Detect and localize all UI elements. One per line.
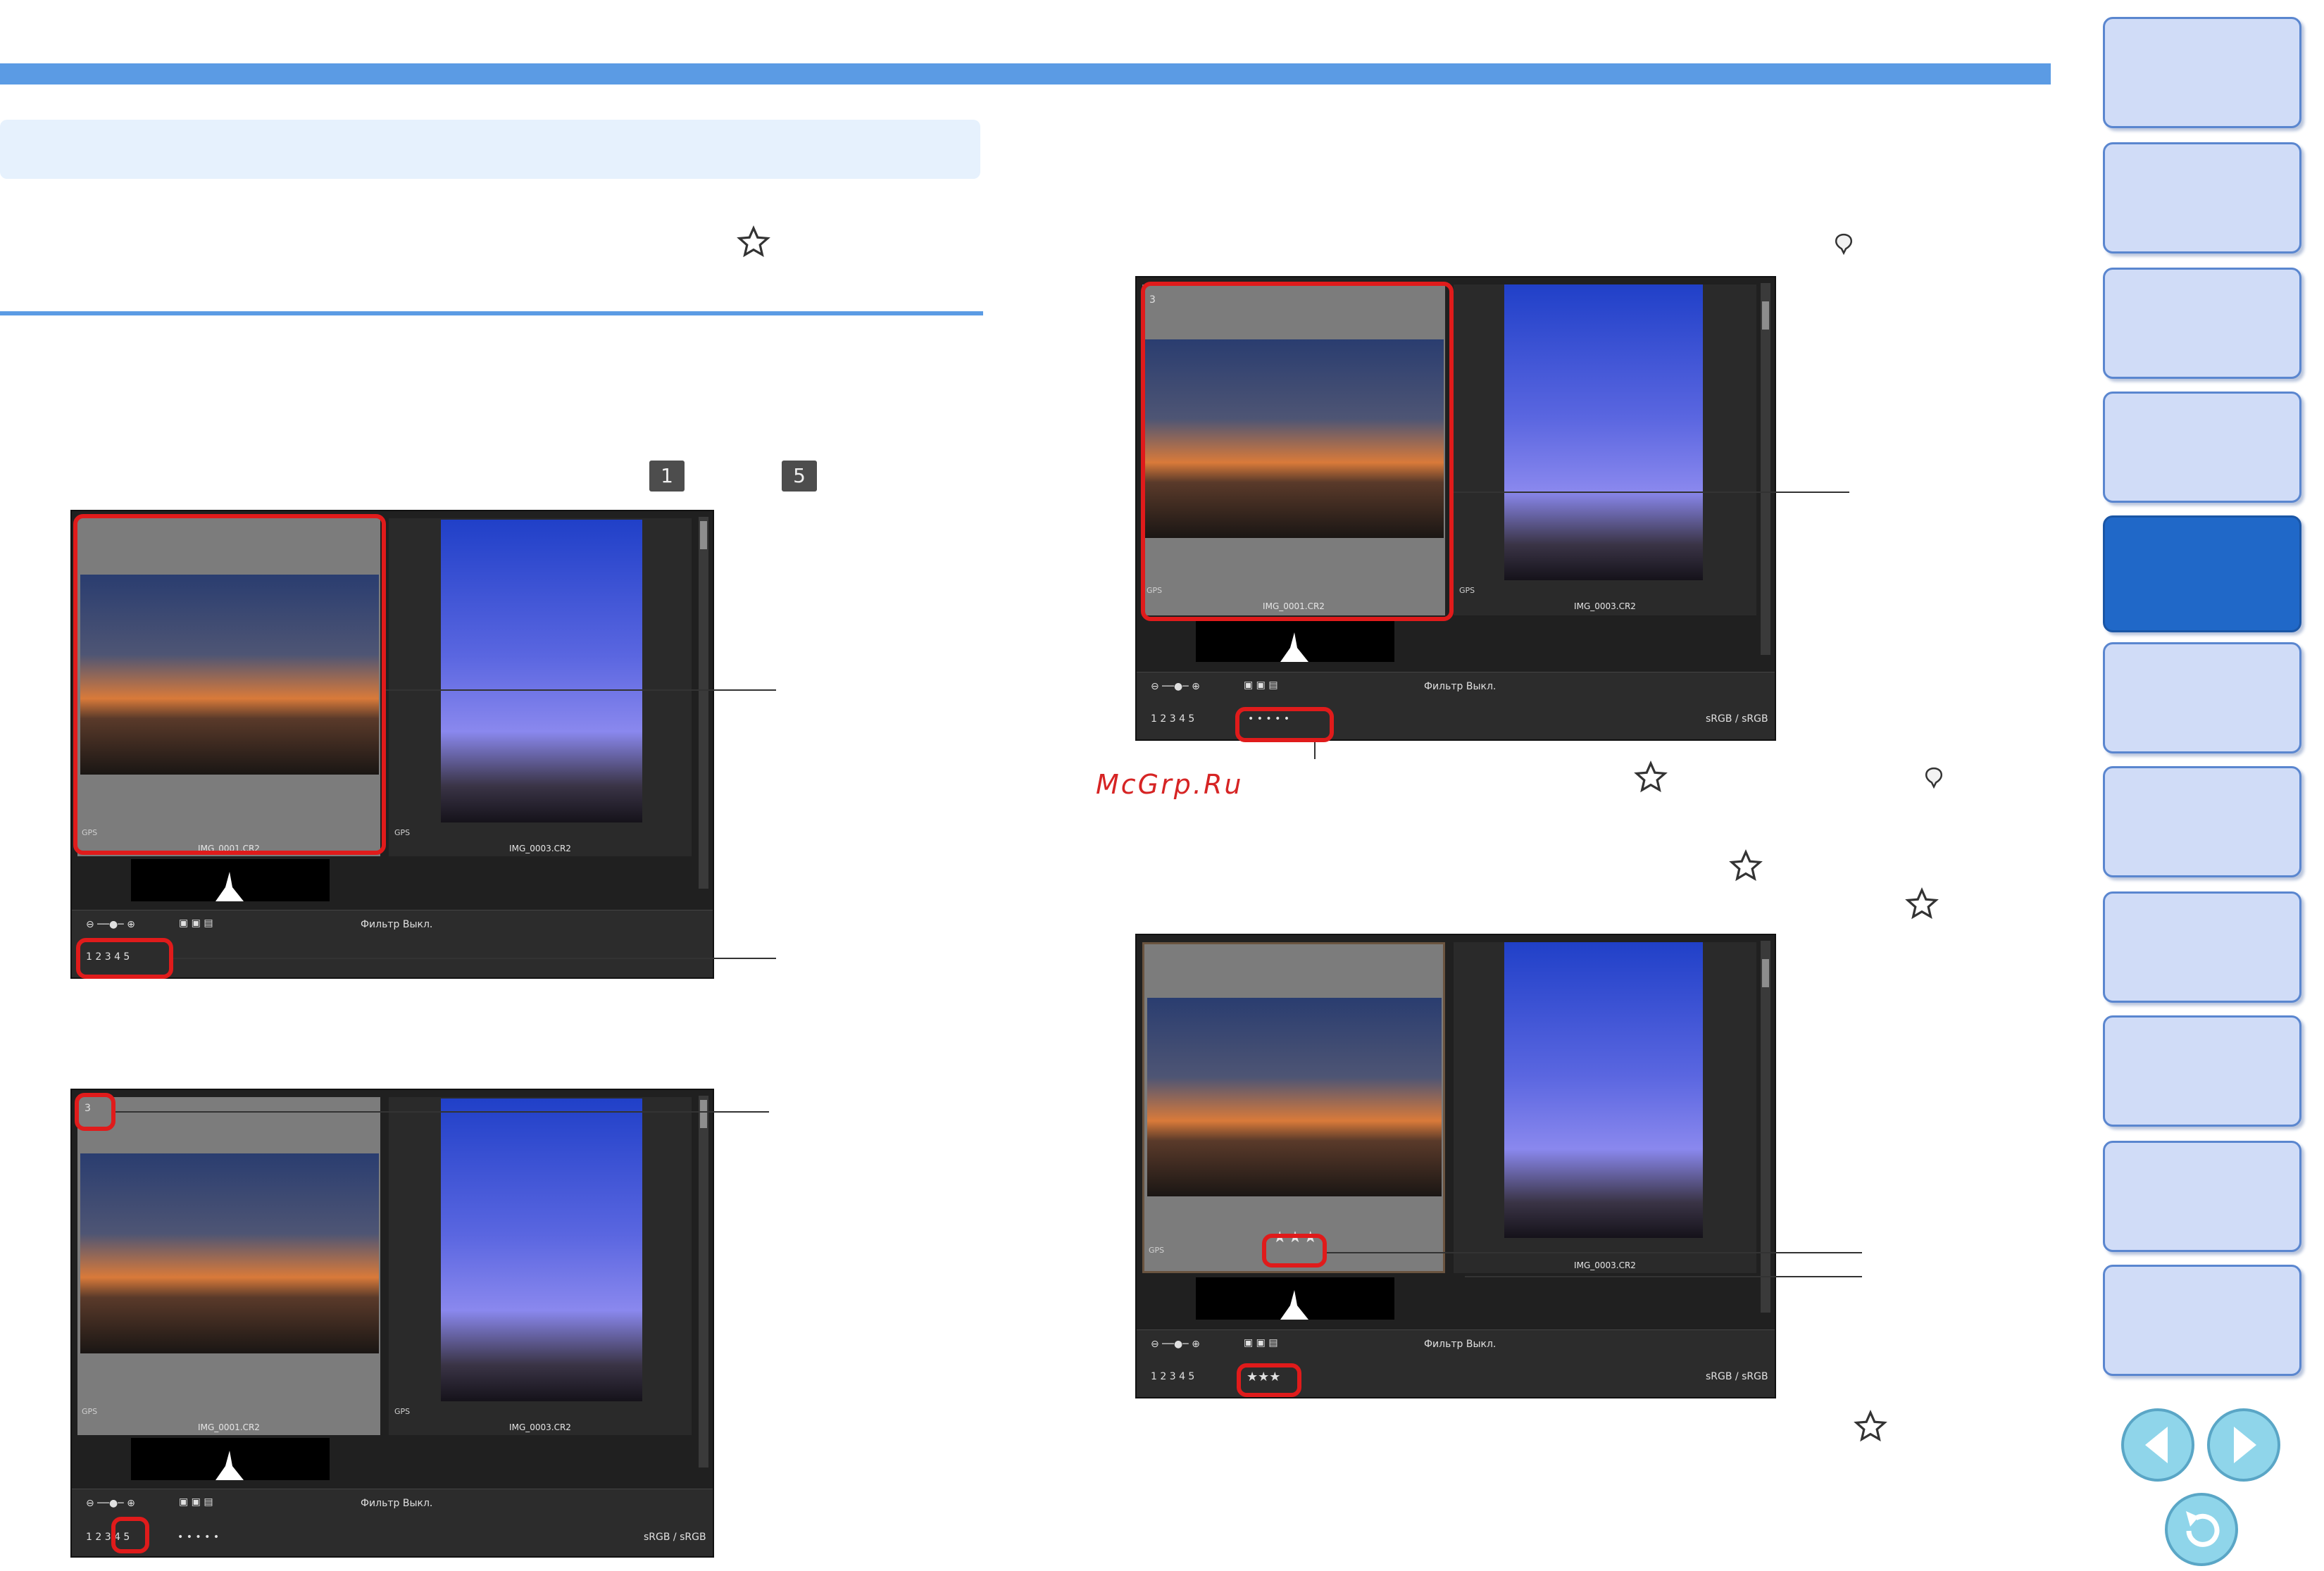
highlight-thumbnail — [1141, 282, 1454, 621]
histogram — [1196, 1277, 1394, 1320]
label-buttons[interactable]: 1 2 3 4 5 — [1151, 713, 1194, 725]
nav-tab[interactable] — [2103, 1015, 2301, 1127]
scrollbar[interactable] — [1761, 283, 1770, 655]
thumbnail-tile[interactable]: GPS IMG_0003.CR2 — [389, 518, 692, 856]
gps-tag: GPS — [1459, 586, 1475, 595]
thumbnail-tile-labeled[interactable]: 3 GPS IMG_0001.CR2 — [77, 1097, 380, 1435]
watermark: McGrp.Ru — [1096, 769, 1244, 800]
prev-page-button[interactable] — [2121, 1408, 2194, 1482]
toolbar: ⊖ ──●─ ⊕ ▣ ▣ ▤ Фильтр Выкл. 1 2 3 4 5 • … — [72, 1489, 713, 1556]
filename: IMG_0003.CR2 — [509, 1422, 571, 1432]
zoom-slider[interactable]: ⊖ ──●─ ⊕ — [1151, 681, 1200, 692]
view-mode-buttons[interactable]: ▣ ▣ ▤ — [179, 918, 213, 929]
gps-tag: GPS — [82, 1407, 98, 1416]
filename: IMG_0003.CR2 — [509, 844, 571, 853]
filter-status: Фильтр Выкл. — [361, 919, 433, 930]
star-icon — [737, 225, 770, 258]
screenshot-step2: 3 GPS IMG_0001.CR2 GPS IMG_0003.CR2 ⊖ ──… — [70, 1089, 714, 1558]
zoom-slider[interactable]: ⊖ ──●─ ⊕ — [86, 919, 135, 930]
callout-tick — [1314, 742, 1316, 759]
nav-tab[interactable] — [2103, 17, 2301, 128]
label-buttons[interactable]: 1 2 3 4 5 — [1151, 1371, 1194, 1382]
zoom-slider[interactable]: ⊖ ──●─ ⊕ — [1151, 1339, 1200, 1350]
filter-status: Фильтр Выкл. — [1424, 681, 1497, 692]
thumbnail-photo — [1504, 284, 1703, 580]
section-rule — [0, 311, 983, 315]
thumbnail-photo — [1504, 942, 1703, 1238]
histogram — [131, 1438, 330, 1480]
zoom-slider[interactable]: ⊖ ──●─ ⊕ — [86, 1498, 135, 1509]
color-space: sRGB / sRGB — [1706, 1371, 1768, 1382]
thumbnail-photo — [80, 1153, 379, 1353]
color-space: sRGB / sRGB — [1706, 713, 1768, 725]
scrollbar[interactable] — [1761, 941, 1770, 1313]
callout-line — [115, 1111, 769, 1113]
scrollbar[interactable] — [699, 517, 708, 889]
filter-status: Фильтр Выкл. — [361, 1498, 433, 1509]
nav-tab[interactable] — [2103, 268, 2301, 379]
nav-tab[interactable] — [2103, 891, 2301, 1003]
nav-tab[interactable] — [2103, 642, 2301, 753]
callout-line — [386, 689, 776, 691]
return-icon — [2186, 1511, 2220, 1547]
marker-icon — [1835, 233, 1853, 256]
highlight-label-buttons — [76, 938, 173, 979]
label-1-icon: 1 — [649, 461, 685, 492]
nav-tab[interactable] — [2103, 1265, 2301, 1376]
histogram — [1196, 620, 1394, 662]
toolbar: ⊖ ──●─ ⊕ ▣ ▣ ▤ Фильтр Выкл. 1 2 3 4 5 • … — [1137, 672, 1775, 739]
highlight-label-3-button — [111, 1517, 149, 1553]
view-mode-buttons[interactable]: ▣ ▣ ▤ — [1244, 680, 1278, 691]
filename: IMG_0003.CR2 — [1574, 601, 1636, 611]
view-mode-buttons[interactable]: ▣ ▣ ▤ — [179, 1496, 213, 1508]
highlight-rating-stars — [1262, 1234, 1327, 1268]
color-space: sRGB / sRGB — [644, 1532, 706, 1543]
thumbnail-tile[interactable]: IMG_0003.CR2 — [1454, 942, 1756, 1273]
nav-tab[interactable] — [2103, 392, 2301, 503]
nav-tab[interactable] — [2103, 1141, 2301, 1252]
callout-line — [173, 958, 776, 959]
rating-buttons[interactable]: • • • • • — [177, 1532, 219, 1543]
nav-tab-active[interactable] — [2103, 515, 2301, 632]
header-band — [0, 63, 2051, 85]
thumbnail-tile[interactable]: GPS IMG_0003.CR2 — [1454, 284, 1756, 615]
star-icon — [1634, 761, 1668, 793]
filename: IMG_0003.CR2 — [1574, 1260, 1636, 1270]
arrow-right-icon — [2234, 1427, 2256, 1463]
star-icon — [1854, 1410, 1887, 1442]
next-page-button[interactable] — [2207, 1408, 2280, 1482]
label-5-icon: 5 — [782, 461, 817, 492]
star-icon — [1729, 849, 1763, 882]
gps-tag: GPS — [394, 1407, 411, 1416]
view-mode-buttons[interactable]: ▣ ▣ ▤ — [1244, 1337, 1278, 1348]
marker-icon — [1925, 767, 1943, 789]
callout-line — [1454, 492, 1849, 493]
highlight-rating-buttons — [1235, 707, 1334, 742]
thumbnail-photo — [441, 520, 642, 822]
highlight-rating-buttons — [1237, 1363, 1301, 1397]
arrow-left-icon — [2145, 1427, 2168, 1463]
screenshot-step4: GPS ★★★ IMG_0003.CR2 ⊖ ──●─ ⊕ ▣ ▣ ▤ Филь… — [1135, 934, 1776, 1398]
thumbnail-photo — [1147, 998, 1442, 1196]
thumbnail-tile[interactable]: GPS IMG_0003.CR2 — [389, 1097, 692, 1435]
scrollbar[interactable] — [699, 1096, 708, 1467]
gps-tag: GPS — [394, 828, 411, 837]
histogram — [131, 859, 330, 901]
return-button[interactable] — [2165, 1493, 2238, 1566]
filter-status: Фильтр Выкл. — [1424, 1339, 1497, 1350]
callout-line — [1327, 1252, 1862, 1253]
toolbar: ⊖ ──●─ ⊕ ▣ ▣ ▤ Фильтр Выкл. 1 2 3 4 5 ★★… — [1137, 1329, 1775, 1397]
nav-tab[interactable] — [2103, 142, 2301, 254]
gps-tag: GPS — [1149, 1246, 1165, 1255]
callout-line — [1465, 1276, 1862, 1277]
highlight-thumbnail — [73, 514, 386, 855]
thumbnail-photo — [441, 1099, 642, 1401]
section-heading-band — [0, 120, 980, 179]
star-icon — [1905, 887, 1939, 920]
thumbnail-tile-rated[interactable]: GPS ★★★ — [1142, 942, 1445, 1273]
nav-tab[interactable] — [2103, 766, 2301, 877]
filename: IMG_0001.CR2 — [198, 1422, 260, 1432]
highlight-label-badge — [75, 1093, 115, 1131]
